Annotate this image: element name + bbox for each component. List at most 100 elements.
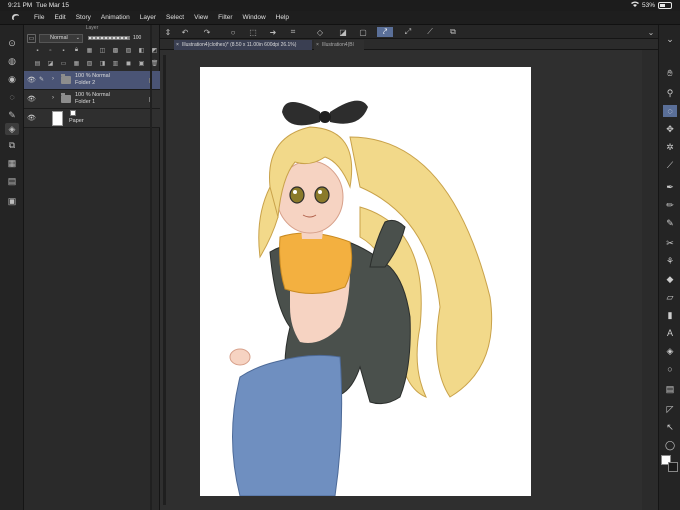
redo-icon[interactable]: ↷	[202, 27, 212, 37]
expand-right-icon[interactable]: ⌄	[663, 33, 677, 45]
close-icon[interactable]: ×	[316, 40, 319, 50]
eye-icon[interactable]: 👁︎	[27, 114, 36, 122]
deselect-icon[interactable]: ○	[228, 27, 238, 37]
frame-icon[interactable]: ▤	[663, 383, 677, 395]
brush-icon[interactable]: ✎	[663, 217, 677, 229]
figure-icon[interactable]: ○	[663, 363, 677, 375]
gradient-icon[interactable]: ▮	[663, 309, 677, 321]
ruler-tool-icon[interactable]: ◸	[663, 403, 677, 415]
app-logo-icon[interactable]	[6, 13, 24, 23]
layer-property-icon[interactable]: ⧉	[5, 139, 19, 151]
brush-size-icon[interactable]: ✎	[5, 109, 19, 121]
more-icon[interactable]: ◩	[151, 47, 158, 54]
layers-icon[interactable]: ◈	[5, 123, 19, 135]
layer-panel-scrollbar[interactable]	[150, 25, 152, 510]
menu-animation[interactable]: Animation	[101, 14, 130, 21]
transfer-down-icon[interactable]: ▦	[73, 60, 80, 67]
ruler-icon[interactable]: ▥	[112, 60, 119, 67]
background-color-swatch[interactable]	[668, 462, 678, 472]
menu-edit[interactable]: Edit	[54, 14, 65, 21]
eraser-select-icon[interactable]: ⟋	[425, 27, 435, 37]
invert-icon[interactable]: ◇	[315, 27, 325, 37]
airbrush-icon[interactable]: ⚘	[663, 255, 677, 267]
layer-search-icon[interactable]: ▦	[5, 157, 19, 169]
blend-icon[interactable]: ◆	[663, 273, 677, 285]
draft-icon[interactable]: ▪	[60, 47, 67, 54]
menu-file[interactable]: File	[34, 14, 44, 21]
pen-tool-icon[interactable]: ✒︎	[663, 181, 677, 193]
pencil-icon[interactable]: ✏︎	[663, 199, 677, 211]
new-vector-layer-icon[interactable]: ◪	[47, 60, 54, 67]
zoom-icon[interactable]: ⚲	[663, 87, 677, 99]
navigator-icon[interactable]: ⊙	[5, 37, 19, 49]
lock-transparent-icon[interactable]: ▦	[86, 47, 93, 54]
balloon-icon[interactable]: ◯	[663, 439, 677, 451]
canvas-scrollbar[interactable]	[163, 55, 166, 505]
opacity-slider[interactable]	[88, 36, 130, 40]
menu-filter[interactable]: Filter	[218, 14, 232, 21]
lasso-panel-icon[interactable]: ◌	[5, 91, 19, 103]
layer-menu-icon[interactable]: ▭	[27, 33, 36, 43]
lasso-icon[interactable]: ◌	[663, 105, 677, 117]
lock-icon[interactable]: 🔒︎	[73, 47, 80, 54]
mask-icon[interactable]: ◫	[99, 47, 106, 54]
text-icon[interactable]: A	[663, 327, 677, 339]
expand-icon[interactable]: ⇕	[163, 27, 173, 37]
fill-bucket-icon[interactable]: ◈	[663, 345, 677, 357]
eyedropper-icon[interactable]: ⟋	[663, 159, 677, 171]
collapse-icon[interactable]: ⌄	[646, 27, 656, 37]
crop-icon[interactable]: ⌗	[288, 27, 298, 37]
magic-wand-icon[interactable]: ✲	[663, 141, 677, 153]
lasso-mode-icon[interactable]: ⤤	[377, 27, 393, 37]
shrink-selection-icon[interactable]: ▢	[358, 27, 368, 37]
reference-icon[interactable]: ▫	[47, 47, 54, 54]
tab-illustration4-bl[interactable]: × Illustration4(Bl	[314, 40, 364, 50]
menu-help[interactable]: Help	[276, 14, 289, 21]
menu-story[interactable]: Story	[76, 14, 91, 21]
eye-icon[interactable]: 👁︎	[27, 76, 36, 84]
clear-icon[interactable]: ⬚	[248, 27, 258, 37]
clip-icon[interactable]: ▪	[34, 47, 41, 54]
trash-icon[interactable]: 🗑︎	[151, 60, 159, 67]
expand-selection-icon[interactable]: ◪	[338, 27, 348, 37]
menu-window[interactable]: Window	[243, 14, 266, 21]
chevron-right-icon[interactable]: ›	[52, 76, 54, 82]
layer-mask-icon[interactable]: ◨	[99, 60, 106, 67]
layer-clipboard-icon[interactable]: ▣	[138, 60, 145, 67]
chevron-right-icon[interactable]: ›	[52, 95, 54, 101]
eye-icon[interactable]: 👁︎	[27, 95, 36, 103]
layer-row-folder-1[interactable]: 👁︎ › 100 % Normal Folder 1	[24, 90, 160, 109]
layer-row-folder-2[interactable]: 👁︎ ✎ › 100 % Normal Folder 2	[24, 71, 160, 90]
hand-icon[interactable]: ✋︎	[663, 67, 677, 79]
palette-color-icon[interactable]: ▩	[112, 47, 119, 54]
menu-view[interactable]: View	[194, 14, 208, 21]
new-folder-icon[interactable]: ▭	[60, 60, 67, 67]
new-raster-layer-icon[interactable]: ▤	[34, 60, 41, 67]
color-wheel-icon[interactable]: ◉	[5, 73, 19, 85]
apply-mask-icon[interactable]: ◼	[125, 60, 132, 67]
status-time: 9:21 PM	[8, 2, 33, 9]
layer-color-icon[interactable]: ▨	[125, 47, 132, 54]
eraser-icon[interactable]: ▱	[663, 291, 677, 303]
tab-illustration4-clothes[interactable]: × Illustration4(clothes)* (8.50 x 11.00i…	[174, 40, 312, 50]
combine-icon[interactable]: ▧	[86, 60, 93, 67]
operation-icon[interactable]: ↖	[663, 421, 677, 433]
menu-layer[interactable]: Layer	[140, 14, 156, 21]
move-icon[interactable]: ✥	[663, 123, 677, 135]
select-pen-icon[interactable]: ⤢	[403, 27, 413, 37]
undo-icon[interactable]: ↶	[180, 27, 190, 37]
history-icon[interactable]: ▣	[5, 195, 19, 207]
fill-icon[interactable]: ➜	[268, 27, 278, 37]
menu-select[interactable]: Select	[166, 14, 184, 21]
copy-paste-icon[interactable]: ⧉	[448, 27, 458, 37]
chevron-down-icon: ⌄	[75, 34, 80, 41]
material-icon[interactable]: ▤	[5, 175, 19, 187]
layer-row-paper[interactable]: 👁︎ Paper	[24, 109, 160, 128]
blend-mode-select[interactable]: Normal ⌄	[39, 33, 83, 43]
decoration-icon[interactable]: ✂︎	[663, 237, 677, 249]
sub-tool-icon[interactable]: ◍	[5, 55, 19, 67]
tile-icon[interactable]: ◧	[138, 47, 145, 54]
status-date: Tue Mar 15	[36, 2, 69, 9]
close-icon[interactable]: ×	[176, 40, 179, 50]
paper-canvas[interactable]	[200, 67, 531, 497]
